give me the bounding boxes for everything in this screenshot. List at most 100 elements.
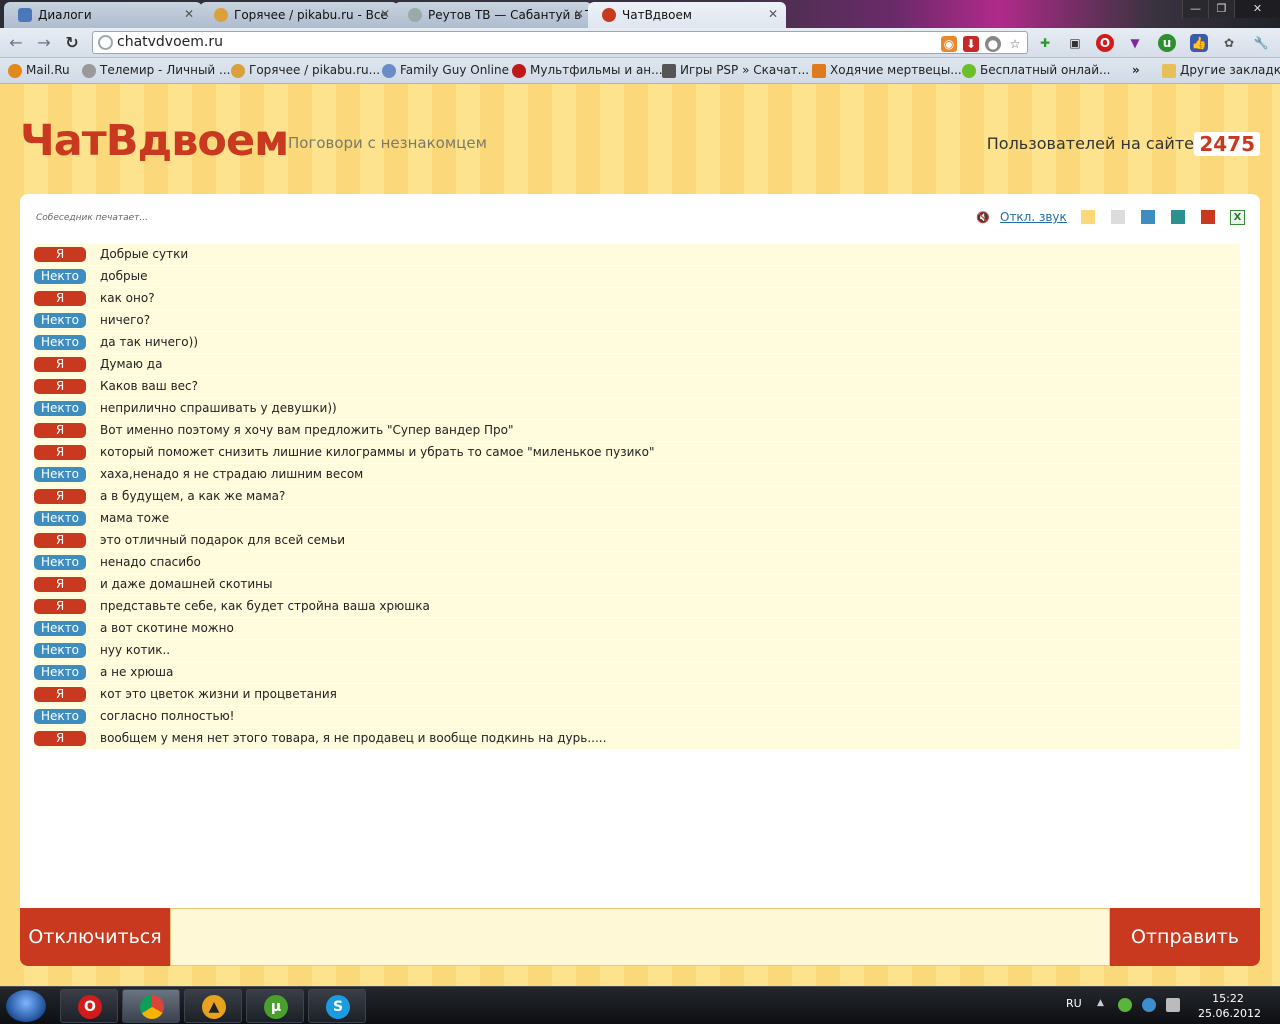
rss-icon[interactable]: ◉ (941, 36, 957, 52)
lightbulb-icon[interactable]: ● (985, 36, 1001, 52)
close-window-icon[interactable]: ✕ (1234, 0, 1280, 18)
sender-badge-stranger: Некто (34, 709, 86, 724)
theme-swatch-gray[interactable] (1111, 210, 1125, 224)
triangle-icon[interactable]: ▼ (1126, 34, 1144, 52)
bookmarks-overflow-icon[interactable]: » (1132, 63, 1140, 77)
clock-date: 25.06.2012 (1198, 1007, 1261, 1020)
tab-dialogs[interactable]: Диалоги ✕ (4, 2, 202, 28)
other-bookmarks-label: Другие закладки (1180, 63, 1280, 77)
bookmark-telemir[interactable]: Телемир - Личный ... (82, 63, 230, 78)
taskbar-utorrent[interactable]: µ (246, 989, 304, 1023)
close-icon[interactable]: ✕ (380, 7, 390, 21)
message-row: Некто а не хрюша (34, 662, 1240, 684)
bookmark-mailru[interactable]: Mail.Ru (8, 63, 70, 78)
message-row: Явообщем у меня нет этого товара, я не п… (34, 728, 1240, 750)
wrench-icon[interactable]: 🔧 (1252, 34, 1270, 52)
address-bar[interactable]: chatvdvoem.ru ◉ ⬇ ● ☆ (92, 31, 1028, 54)
sender-badge-me: Я (34, 533, 86, 548)
typing-status: Собеседник печатает... (36, 213, 148, 223)
tab-reutov[interactable]: Реутов ТВ — Сабантуй в Т ✕ (394, 2, 592, 28)
message-text: нуу котик.. (100, 643, 171, 657)
users-online-label: Пользователей на сайте (986, 134, 1194, 153)
icq-icon[interactable] (1118, 998, 1132, 1012)
message-text: Каков ваш вес? (100, 379, 198, 393)
theme-swatch-blue[interactable] (1141, 210, 1155, 224)
download-icon[interactable]: ⬇ (963, 36, 979, 52)
sender-badge-stranger: Некто (34, 665, 86, 680)
sender-badge-me: Я (34, 687, 86, 702)
site-logo[interactable]: ЧатВдвоем (20, 116, 289, 166)
screenshot-icon[interactable]: ▣ (1066, 34, 1084, 52)
speaker-muted-icon[interactable]: 🔇 (976, 211, 990, 224)
taskbar-aimp[interactable]: ▲ (184, 989, 242, 1023)
sender-badge-stranger: Некто (34, 621, 86, 636)
sender-badge-stranger: Некто (34, 555, 86, 570)
bookmark-pikabu[interactable]: Горячее / pikabu.ru... (231, 63, 380, 78)
theme-swatch-red[interactable] (1201, 210, 1215, 224)
system-clock[interactable]: 15:22 25.06.2012 (1198, 991, 1261, 1021)
extension-icon[interactable]: ✚ (1036, 34, 1054, 52)
message-text: Думаю да (100, 357, 163, 371)
taskbar-chrome[interactable] (122, 989, 180, 1023)
bookmark-psp-games[interactable]: Игры PSP » Скачат... (662, 63, 809, 78)
input-bar: Отключиться Отправить (20, 908, 1260, 966)
message-row: Якоторый поможет снизить лишние килограм… (34, 442, 1240, 464)
sender-badge-me: Я (34, 247, 86, 262)
sender-badge-me: Я (34, 379, 86, 394)
theme-swatch-yellow[interactable] (1081, 210, 1095, 224)
opera-ext-icon[interactable]: O (1096, 34, 1114, 52)
language-indicator[interactable]: RU (1066, 997, 1082, 1010)
bookmark-free-online[interactable]: Бесплатный онлай... (962, 63, 1110, 78)
message-row: Яи даже домашней скотины (34, 574, 1240, 596)
bookmark-walking-dead[interactable]: Ходячие мертвецы.... (812, 63, 966, 78)
walking-dead-icon (812, 64, 826, 78)
tray-expand-icon[interactable]: ▲ (1097, 998, 1104, 1008)
back-icon[interactable]: ← (6, 33, 26, 53)
reload-icon[interactable]: ↻ (62, 33, 82, 53)
taskbar-skype[interactable]: S (308, 989, 366, 1023)
start-button[interactable] (6, 990, 46, 1022)
sender-badge-stranger: Некто (34, 335, 86, 350)
gamepad-icon[interactable]: ✿ (1220, 34, 1238, 52)
restore-icon[interactable]: ❐ (1208, 0, 1234, 18)
close-icon[interactable]: ✕ (574, 7, 584, 21)
tab-title: Горячее / pikabu.ru - Все (234, 8, 388, 22)
sender-badge-stranger: Некто (34, 313, 86, 328)
theme-swatch-teal[interactable] (1171, 210, 1185, 224)
forward-icon[interactable]: → (34, 33, 54, 53)
minimize-icon[interactable]: — (1182, 0, 1208, 18)
message-row: Яэто отличный подарок для всей семьи (34, 530, 1240, 552)
close-icon[interactable]: ✕ (768, 7, 778, 21)
other-bookmarks[interactable]: Другие закладки (1162, 63, 1280, 78)
network-globe-icon[interactable] (1142, 998, 1156, 1012)
url-text[interactable]: chatvdvoem.ru (117, 34, 223, 50)
taskbar-opera[interactable]: O (60, 989, 118, 1023)
dialog-icon (18, 8, 32, 22)
opera-icon: O (78, 995, 102, 1019)
tab-pikabu[interactable]: Горячее / pikabu.ru - Все ✕ (200, 2, 398, 28)
aimp-icon: ▲ (202, 995, 226, 1019)
excel-export-icon[interactable]: X (1230, 210, 1245, 225)
pikabu-icon (214, 8, 228, 22)
message-row: Якак оно? (34, 288, 1240, 310)
skype-icon: S (326, 995, 350, 1019)
utorrent-ext-icon[interactable]: u (1158, 34, 1176, 52)
message-text: представьте себе, как будет стройна ваша… (100, 599, 430, 613)
message-text: кот это цветок жизни и процветания (100, 687, 337, 701)
bookmark-family-guy[interactable]: Family Guy Online (382, 63, 509, 78)
family-guy-icon (382, 64, 396, 78)
message-list: Я Добрые сутки Некто добрые Якак оно? Некто ни… (34, 244, 1240, 750)
like-icon[interactable]: 👍 (1190, 34, 1208, 52)
tab-chatvdvoem[interactable]: ЧатВдвоем ✕ (588, 2, 786, 28)
send-button[interactable]: Отправить (1110, 908, 1260, 966)
globe-icon (82, 64, 96, 78)
message-input[interactable] (170, 908, 1110, 966)
bookmark-cartoons[interactable]: Мультфильмы и ан... (512, 63, 663, 78)
close-icon[interactable]: ✕ (184, 7, 194, 21)
sender-badge-me: Я (34, 291, 86, 306)
bookmark-star-icon[interactable]: ☆ (1007, 36, 1023, 52)
message-row: Я Добрые сутки (34, 244, 1240, 266)
mute-sound-link[interactable]: Откл. звук (1000, 210, 1067, 224)
disconnect-button[interactable]: Отключиться (20, 908, 170, 966)
network-icon[interactable] (1166, 998, 1180, 1012)
